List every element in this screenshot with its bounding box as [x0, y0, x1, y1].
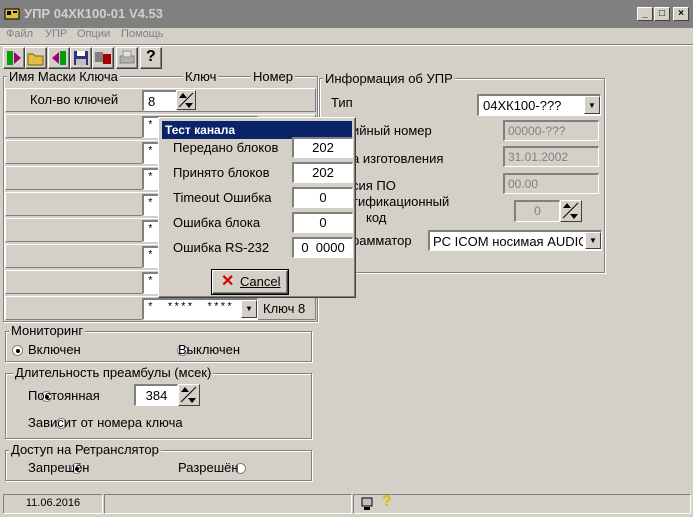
keys-count-spinner[interactable] — [176, 90, 196, 110]
connect-icon — [7, 51, 21, 65]
dialog-row-label: Принято блоков — [173, 165, 270, 180]
dialog-row-value: 0 — [292, 212, 353, 233]
upr-info-title: Информация об УПР — [323, 71, 455, 86]
type-label: Тип — [331, 95, 353, 110]
connection-icon — [361, 497, 373, 510]
serial-label: ийный номер — [352, 123, 432, 138]
dialog-row-label: Timeout Ошибка — [173, 190, 272, 205]
monitoring-on-radio[interactable] — [12, 345, 23, 356]
dialog-row-value: 202 — [292, 162, 353, 183]
preamble-spinner[interactable] — [178, 384, 200, 406]
keys-count-label: Кол-во ключей — [30, 92, 119, 107]
app-version: V4.53 — [129, 6, 163, 21]
monitoring-on-label[interactable]: Включен — [28, 342, 81, 357]
menu-upr[interactable]: УПР — [45, 28, 67, 40]
programmer-label: рамматор — [352, 233, 412, 248]
dialog-row-label: Ошибка блока — [173, 215, 261, 230]
cancel-label: Cancel — [240, 274, 281, 289]
floppy-icon — [74, 51, 88, 65]
dialog-row-value: 0 0000 — [292, 237, 353, 258]
keys-key-header: Ключ — [183, 69, 219, 84]
programmer-select[interactable]: PC ICOM носимая AUDIO ▼ — [428, 230, 602, 251]
save-button[interactable] — [70, 47, 92, 69]
keys-number-header: Номер — [251, 69, 296, 84]
date-field: 31.01.2002 — [503, 146, 599, 167]
ident-code-field[interactable]: 0 — [514, 200, 560, 222]
status-bar: 11.06.2016 ? — [0, 490, 693, 517]
preamble-value-input[interactable]: 384 — [134, 384, 178, 406]
menu-bar: Файл УПР Опции Помощь — [0, 28, 693, 44]
key-row: Ключ 8 * **** **** ▼ — [5, 296, 316, 320]
preamble-title: Длительность преамбулы (мсек) — [13, 365, 214, 380]
po-field: 00.00 — [503, 173, 599, 194]
status-panel-3: ? — [353, 493, 691, 514]
status-panel-2 — [104, 494, 352, 514]
chevron-down-icon[interactable]: ▼ — [241, 300, 257, 318]
dialog-row-value: 0 — [292, 187, 353, 208]
window-titlebar: УПР 04ХК100-01 V4.53 _ □ × — [0, 0, 693, 28]
question-icon: ? — [382, 493, 392, 510]
dialog-row-value: 202 — [292, 137, 353, 158]
cancel-button[interactable]: ✕ Cancel — [212, 270, 288, 294]
window-title: УПР 04ХК100-01 — [24, 6, 126, 21]
key-number-label: Ключ 8 — [263, 301, 306, 316]
preamble-constant-label[interactable]: Постоянная — [28, 388, 100, 403]
preamble-depends-label[interactable]: Зависит от номера ключа — [28, 415, 183, 430]
channel-test-dialog: Тест канала Передано блоков 202 Принято бл… — [158, 117, 356, 298]
ident-label-1: тификационный — [352, 194, 450, 209]
chevron-down-icon[interactable]: ▼ — [584, 96, 600, 114]
disconnect-button[interactable] — [48, 47, 70, 69]
ident-code-spinner[interactable] — [560, 200, 582, 222]
close-button[interactable]: × — [673, 7, 689, 21]
dialog-row-label: Ошибка RS-232 — [173, 240, 270, 255]
toolbar: ? — [0, 44, 693, 71]
dialog-row-label: Передано блоков — [173, 140, 279, 155]
status-date-panel: 11.06.2016 — [3, 494, 103, 514]
menu-options[interactable]: Опции — [77, 28, 110, 40]
relay-deny-label[interactable]: Запрешён — [28, 460, 89, 475]
printer-icon — [119, 50, 135, 64]
transfer-button[interactable] — [92, 47, 114, 69]
serial-field: 00000-??? — [503, 120, 599, 141]
question-icon: ? — [146, 48, 156, 65]
key-mask-select[interactable]: * **** **** ▼ — [142, 298, 258, 320]
monitoring-title: Мониторинг — [9, 323, 86, 338]
chevron-down-icon[interactable]: ▼ — [585, 232, 601, 249]
maximize-button[interactable]: □ — [654, 7, 670, 21]
minimize-button[interactable]: _ — [637, 7, 653, 21]
type-select[interactable]: 04ХК100-??? ▼ — [477, 94, 601, 116]
relay-title: Доступ на Ретранслятор — [9, 442, 161, 457]
status-date: 11.06.2016 — [25, 497, 81, 509]
open-button[interactable] — [25, 47, 47, 69]
monitoring-off-label[interactable]: Выключен — [178, 342, 240, 357]
po-label: сия ПО — [352, 178, 396, 193]
ident-label-2: код — [366, 210, 387, 225]
keys-count-row: Кол-во ключей 8 — [5, 88, 316, 112]
spin-arrows-icon — [180, 386, 197, 403]
menu-file[interactable]: Файл — [6, 28, 33, 40]
relay-allow-label[interactable]: Разрешён — [178, 460, 239, 475]
spin-arrows-icon — [562, 202, 579, 219]
keys-name-header: Имя Маски Ключа — [7, 69, 120, 84]
date-label: а изготовления — [352, 151, 444, 166]
connect-button[interactable] — [3, 47, 25, 69]
dialog-title: Тест канала — [165, 123, 236, 137]
transfer-icon — [95, 52, 111, 64]
disconnect-icon — [52, 51, 66, 65]
folder-open-icon — [27, 53, 44, 66]
keys-count-input[interactable]: 8 — [142, 90, 178, 111]
app-icon[interactable] — [4, 6, 20, 22]
help-button[interactable]: ? — [140, 47, 162, 69]
spin-arrows-icon — [178, 92, 194, 108]
menu-help[interactable]: Помощь — [121, 28, 164, 40]
print-button[interactable] — [116, 47, 138, 69]
cancel-x-icon: ✕ — [221, 273, 235, 290]
